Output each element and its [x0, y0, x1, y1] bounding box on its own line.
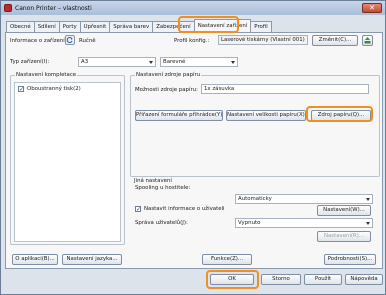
- language-settings-button[interactable]: Nastavení jazyka...: [62, 254, 122, 265]
- user-management-label: Správa uživatelů(J):: [135, 220, 188, 226]
- paper-source-highlight: [306, 106, 373, 122]
- about-button[interactable]: O aplikaci(B)...: [12, 254, 58, 265]
- apply-button[interactable]: Použít: [304, 274, 342, 285]
- color-mode-value: Barevné: [163, 59, 186, 65]
- user-info-checkbox[interactable]: ✓: [135, 206, 141, 213]
- profile-field: Laserové tiskárny (Vlastní 001): [218, 35, 308, 45]
- window-title: Canon Printer – vlastnosti: [15, 4, 92, 12]
- refresh-icon[interactable]: [65, 35, 75, 45]
- title-bar: Canon Printer – vlastnosti ✕: [1, 1, 385, 15]
- tab-advanced[interactable]: Upřesnit: [79, 21, 111, 32]
- device-type-label: Typ zařízení(I):: [10, 59, 50, 65]
- chevron-down-icon: [366, 198, 370, 201]
- close-button[interactable]: ✕: [362, 3, 382, 13]
- paper-source-options-label: Možnosti zdroje papíru:: [135, 87, 198, 93]
- form-to-tray-button[interactable]: Přiřazení formuláře přihrádce(Y)...: [135, 110, 223, 121]
- paper-source-title: Nastavení zdroje papíru: [135, 72, 202, 78]
- device-settings-panel: Informace o zařízení: Ručně Profil konfi…: [5, 32, 383, 269]
- chevron-down-icon: [149, 61, 153, 64]
- user-management-settings-button: Nastavení(R)...: [317, 231, 371, 242]
- duplex-label: Oboustranný tisk(2): [27, 86, 81, 92]
- chevron-down-icon: [231, 61, 235, 64]
- tab-highlight: [178, 16, 239, 33]
- other-settings-group: Jiná nastavení Spooling u hostitele: Aut…: [130, 178, 380, 245]
- cancel-button[interactable]: Storno: [261, 274, 301, 285]
- functions-button[interactable]: Funkce(Z)...: [202, 254, 252, 265]
- accessories-group: Nastavení kompletace ✓ Oboustranný tisk(…: [10, 72, 125, 245]
- user-info-label: Nastavit informace o uživateli: [144, 206, 225, 212]
- profile-label: Profil konfig.:: [174, 38, 210, 44]
- tab-general[interactable]: Obecné: [6, 21, 35, 32]
- profile-upload-icon[interactable]: [362, 35, 373, 46]
- user-management-dropdown[interactable]: Vypnuto: [235, 218, 373, 228]
- tab-profile[interactable]: Profil: [250, 21, 272, 32]
- tab-sharing[interactable]: Sdílení: [33, 21, 60, 32]
- chevron-down-icon: [366, 222, 370, 225]
- accessories-list: ✓ Oboustranný tisk(2): [14, 82, 121, 242]
- paper-source-options-field[interactable]: 1x zásuvka: [201, 84, 369, 94]
- device-info-mode: Ručně: [79, 38, 96, 44]
- device-info-label: Informace o zařízení:: [10, 38, 67, 44]
- paper-source-group: Nastavení zdroje papíru Možnosti zdroje …: [130, 72, 380, 177]
- user-management-value: Vypnuto: [238, 220, 261, 226]
- spooling-label: Spooling u hostitele:: [135, 185, 191, 191]
- custom-paper-size-button[interactable]: Nastavení velikosti papíru(X)...: [226, 110, 306, 121]
- device-type-value: A3: [81, 59, 89, 65]
- color-mode-dropdown[interactable]: Barevné: [160, 57, 238, 67]
- tab-color-management[interactable]: Správa barev: [109, 21, 154, 32]
- other-settings-title: Jiná nastavení: [134, 178, 172, 184]
- spooling-dropdown[interactable]: Automaticky: [235, 194, 373, 204]
- help-button[interactable]: Nápověda: [345, 274, 383, 285]
- duplex-checkbox[interactable]: ✓: [18, 86, 24, 93]
- tab-ports[interactable]: Porty: [58, 21, 81, 32]
- device-type-dropdown[interactable]: A3: [78, 57, 156, 67]
- details-button[interactable]: Podrobnosti(S)...: [324, 254, 376, 265]
- accessories-group-title: Nastavení kompletace: [15, 72, 78, 78]
- ok-highlight: [206, 270, 259, 289]
- user-info-settings-button[interactable]: Nastavení(W)...: [317, 205, 371, 216]
- printer-properties-window: Canon Printer – vlastnosti ✕ Obecné Sdíl…: [0, 0, 386, 295]
- printer-icon: [4, 4, 12, 12]
- spooling-value: Automaticky: [238, 196, 272, 202]
- change-profile-button[interactable]: Změnit(C)...: [312, 35, 358, 46]
